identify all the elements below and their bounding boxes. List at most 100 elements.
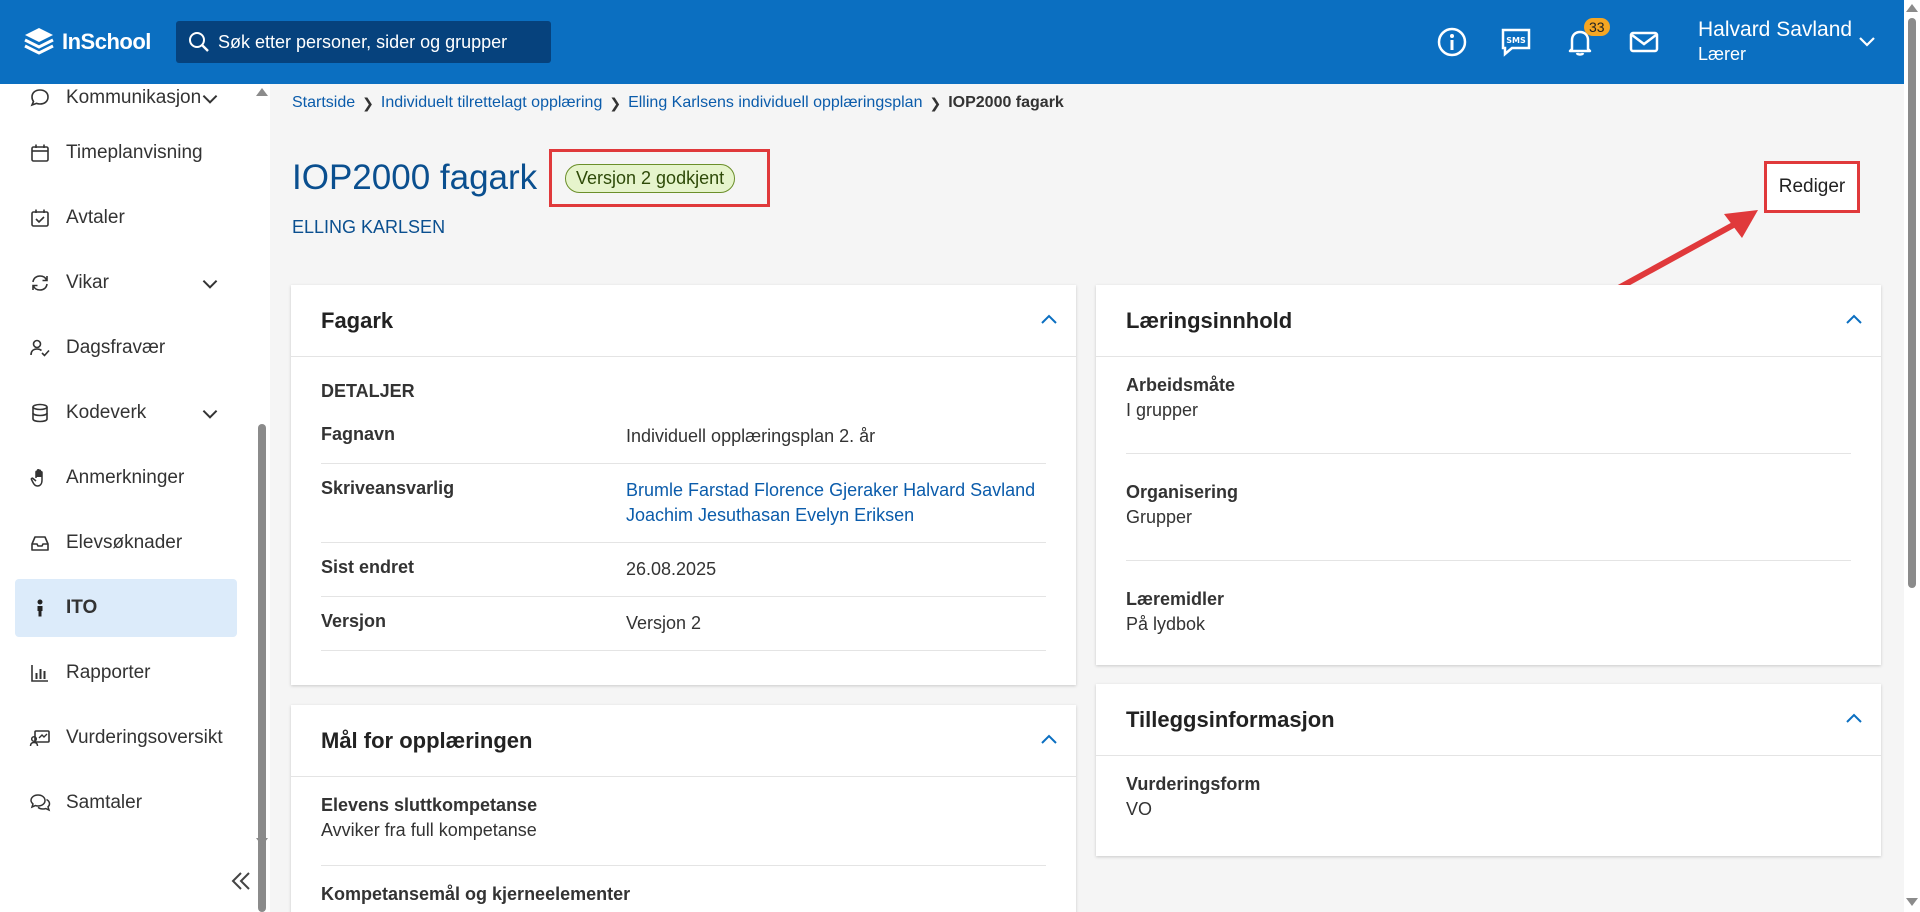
user-name: Halvard Savland — [1698, 18, 1853, 41]
scroll-down-icon[interactable] — [1906, 898, 1918, 906]
sidebar-scroll-down-icon[interactable] — [256, 838, 268, 846]
scroll-up-icon[interactable] — [1906, 4, 1918, 12]
sidebar-item-label: Elevsøknader — [66, 532, 183, 553]
sidebar: Kommunikasjon Timeplanvisning Avtaler Vi… — [0, 84, 270, 912]
chevron-down-icon[interactable] — [1856, 30, 1878, 52]
top-bar: InSchool SMS 33 — [0, 0, 1920, 84]
database-icon — [32, 403, 48, 423]
maal-card-header[interactable]: Mål for opplæringen — [291, 705, 1076, 777]
sms-icon: SMS — [1501, 28, 1531, 57]
sidebar-item-label: Dagsfravær — [66, 337, 166, 358]
sidebar-scroll-up-icon[interactable] — [256, 88, 268, 96]
field-value: Grupper — [1126, 507, 1193, 527]
fagark-card-header[interactable]: Fagark — [291, 285, 1076, 357]
detail-row: Fagnavn Individuell opplæringsplan 2. år — [321, 410, 1046, 464]
sync-icon — [32, 275, 48, 291]
search-input[interactable] — [218, 31, 538, 53]
chevron-up-icon[interactable] — [1038, 309, 1060, 331]
sidebar-item-ito[interactable]: ITO — [15, 579, 237, 637]
detail-key: Skriveansvarlig — [321, 478, 455, 498]
sidebar-item-label: Anmerkninger — [66, 467, 185, 488]
assessment-icon — [29, 730, 50, 747]
info-button[interactable] — [1420, 20, 1484, 64]
sidebar-item-kodeverk[interactable]: Kodeverk — [15, 384, 237, 442]
chevron-down-icon — [202, 279, 218, 289]
chevron-up-icon[interactable] — [1843, 708, 1865, 730]
tillegg-card: Tilleggsinformasjon Vurderingsform VO — [1096, 684, 1881, 856]
laeringsinnhold-card-header[interactable]: Læringsinnhold — [1096, 285, 1881, 357]
sidebar-item-rapporter[interactable]: Rapporter — [15, 644, 237, 702]
sidebar-item-kommunikasjon[interactable]: Kommunikasjon — [15, 69, 237, 127]
field: Vurderingsform VO — [1126, 756, 1851, 844]
breadcrumb-link-ito[interactable]: Individuelt tilrettelagt opplæring — [381, 94, 602, 112]
breadcrumb-link-startside[interactable]: Startside — [292, 94, 355, 112]
sidebar-item-vikar[interactable]: Vikar — [15, 254, 237, 312]
edit-button[interactable]: Rediger — [1764, 161, 1860, 213]
sidebar-item-samtaler[interactable]: Samtaler — [15, 774, 237, 832]
search-icon — [189, 32, 209, 52]
writers-link[interactable]: Brumle Farstad Florence Gjeraker Halvard… — [626, 478, 1046, 528]
field-key: Arbeidsmåte — [1126, 375, 1236, 395]
chevron-up-icon[interactable] — [1038, 729, 1060, 751]
page-title: IOP2000 fagark — [292, 158, 538, 197]
user-role: Lærer — [1698, 44, 1747, 64]
detail-row: Versjon Versjon 2 — [321, 597, 1046, 651]
search-box[interactable] — [176, 21, 551, 63]
collapse-sidebar-icon[interactable] — [228, 868, 254, 894]
messages-button[interactable] — [1612, 20, 1676, 64]
header-actions: SMS 33 — [1420, 18, 1676, 64]
card-title: Fagark — [321, 307, 394, 333]
sidebar-item-label: Kodeverk — [66, 402, 147, 423]
logo[interactable]: InSchool — [22, 25, 172, 59]
field: Elevens sluttkompetanse Avviker fra full… — [321, 777, 1046, 866]
field-value: VO — [1126, 799, 1153, 819]
chevron-down-icon — [202, 94, 218, 104]
detail-row: Sist endret 26.08.2025 — [321, 543, 1046, 597]
sidebar-item-timeplanvisning[interactable]: Timeplanvisning — [15, 124, 237, 182]
bar-chart-icon — [31, 665, 48, 682]
breadcrumb-link-iop[interactable]: Elling Karlsens individuell opplæringspl… — [628, 94, 922, 112]
user-menu[interactable]: Halvard Savland Lærer — [1698, 18, 1852, 65]
notification-badge: 33 — [1584, 18, 1610, 36]
card-title: Læringsinnhold — [1126, 307, 1293, 333]
page-scrollbar-thumb[interactable] — [1908, 18, 1916, 588]
field: Kompetansemål og kjerneelementer — [321, 866, 1046, 912]
page-scrollbar[interactable] — [1904, 0, 1920, 912]
field: Organisering Grupper — [1126, 454, 1851, 561]
sidebar-item-label: Vurderingsoversikt — [66, 727, 223, 748]
chat-icon — [30, 89, 49, 107]
field: Læremidler På lydbok — [1126, 561, 1851, 655]
field-key: Elevens sluttkompetanse — [321, 795, 538, 815]
card-title: Tilleggsinformasjon — [1126, 706, 1335, 732]
person-check-icon — [30, 339, 50, 357]
tillegg-card-header[interactable]: Tilleggsinformasjon — [1096, 684, 1881, 756]
chevron-right-icon: ❯ — [362, 94, 374, 111]
sidebar-scrollbar[interactable] — [254, 168, 270, 912]
field: Arbeidsmåte I grupper — [1126, 357, 1851, 454]
svg-text:SMS: SMS — [1506, 36, 1526, 45]
sidebar-item-elevsoknader[interactable]: Elevsøknader — [15, 514, 237, 572]
sidebar-item-dagsfravaer[interactable]: Dagsfravær — [15, 319, 237, 377]
hand-icon — [30, 469, 43, 487]
field-key: Organisering — [1126, 482, 1239, 502]
maal-card: Mål for opplæringen Elevens sluttkompeta… — [291, 705, 1076, 912]
field-key: Læremidler — [1126, 589, 1225, 609]
sidebar-item-avtaler[interactable]: Avtaler — [15, 189, 237, 247]
logo-text: InSchool — [62, 29, 151, 54]
sidebar-item-label: ITO — [66, 597, 98, 618]
calendar-check-icon — [31, 209, 49, 227]
sidebar-item-label: Samtaler — [66, 792, 143, 813]
person-icon — [37, 599, 43, 617]
mail-icon — [1629, 31, 1659, 53]
notifications-button[interactable]: 33 — [1548, 18, 1612, 64]
detail-key: Versjon — [321, 611, 387, 631]
detail-value: 26.08.2025 — [626, 559, 717, 579]
field-key: Kompetansemål og kjerneelementer — [321, 884, 631, 904]
chevron-right-icon: ❯ — [929, 94, 942, 111]
sidebar-item-vurderingsoversikt[interactable]: Vurderingsoversikt — [15, 709, 237, 767]
sms-button[interactable]: SMS — [1484, 20, 1548, 64]
detail-key: Sist endret — [321, 557, 415, 577]
chevron-up-icon[interactable] — [1843, 309, 1865, 331]
main-content: Startside ❯ Individuelt tilrettelagt opp… — [270, 84, 1904, 912]
sidebar-item-anmerkninger[interactable]: Anmerkninger — [15, 449, 237, 507]
